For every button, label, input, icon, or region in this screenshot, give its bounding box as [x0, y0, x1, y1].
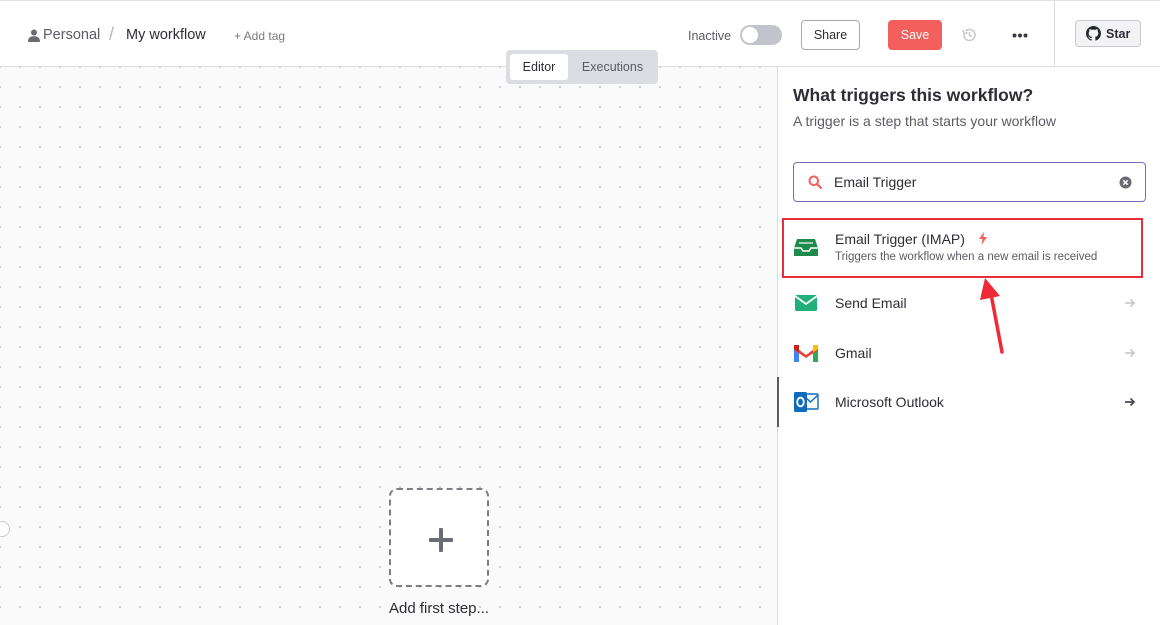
tab-executions[interactable]: Executions: [570, 54, 655, 80]
panel-subtitle: A trigger is a step that starts your wor…: [793, 113, 1056, 129]
outlook-icon: [794, 392, 819, 412]
annotation-highlight-box: [782, 218, 1143, 278]
add-first-step-label: Add first step...: [388, 600, 490, 617]
save-button[interactable]: Save: [888, 20, 942, 50]
annotation-arrow-icon: [980, 278, 1004, 354]
result-send-email[interactable]: Send Email: [778, 278, 1160, 328]
active-toggle[interactable]: [740, 25, 782, 45]
result-microsoft-outlook[interactable]: Microsoft Outlook: [778, 377, 1160, 427]
envelope-icon: [794, 295, 818, 311]
collapse-sidebar-icon[interactable]: [0, 521, 10, 537]
result-name: Gmail: [835, 345, 872, 361]
view-tabs: Editor Executions: [506, 50, 658, 84]
add-tag-link[interactable]: + Add tag: [234, 29, 285, 43]
person-icon: [28, 29, 40, 42]
arrow-right-icon: [1125, 397, 1136, 407]
search-value: Email Trigger: [834, 174, 917, 190]
plus-icon: [429, 528, 453, 552]
arrow-right-icon: [1125, 298, 1136, 308]
node-creator-panel: What triggers this workflow? A trigger i…: [777, 67, 1160, 625]
status-label: Inactive: [688, 29, 732, 43]
breadcrumb-separator: /: [109, 24, 115, 44]
clear-search-icon[interactable]: [1119, 176, 1132, 189]
github-star-button[interactable]: Star: [1075, 20, 1141, 47]
workflow-title[interactable]: My workflow: [126, 27, 206, 43]
share-button[interactable]: Share: [801, 20, 860, 50]
search-icon: [808, 175, 822, 189]
search-input[interactable]: Email Trigger: [793, 162, 1146, 202]
breadcrumb-personal[interactable]: Personal: [43, 27, 100, 43]
hover-indicator: [777, 377, 779, 427]
result-name: Send Email: [835, 295, 907, 311]
github-icon: [1086, 26, 1101, 41]
tab-editor[interactable]: Editor: [510, 54, 568, 80]
result-name: Microsoft Outlook: [835, 394, 944, 410]
star-label: Star: [1106, 27, 1131, 41]
gmail-icon: [794, 345, 818, 362]
add-first-step-button[interactable]: [389, 488, 489, 587]
toggle-knob: [742, 27, 758, 43]
history-icon[interactable]: [961, 27, 977, 43]
workflow-canvas[interactable]: Add first step...: [0, 67, 777, 625]
result-gmail[interactable]: Gmail: [778, 328, 1160, 378]
panel-title: What triggers this workflow?: [793, 85, 1034, 105]
arrow-right-icon: [1125, 348, 1136, 358]
header-divider: [1054, 1, 1055, 68]
more-options-icon[interactable]: [1012, 33, 1028, 38]
